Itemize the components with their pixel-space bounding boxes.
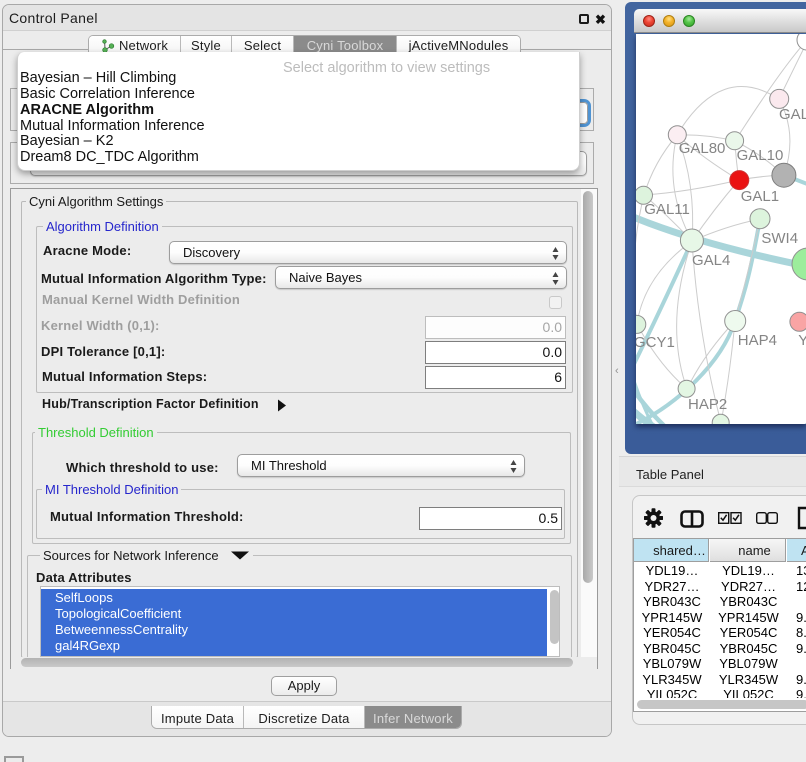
svg-text:Y: Y	[798, 332, 806, 349]
svg-text:GAL10: GAL10	[737, 147, 784, 164]
svg-text:GAL1: GAL1	[741, 188, 779, 205]
svg-text:GAL11: GAL11	[644, 201, 690, 218]
svg-text:GAL4: GAL4	[692, 252, 730, 269]
svg-text:HAP4: HAP4	[738, 332, 777, 349]
svg-text:HAP2: HAP2	[688, 396, 727, 413]
svg-text:GCY1: GCY1	[636, 334, 675, 351]
svg-text:GAL80: GAL80	[679, 140, 726, 157]
svg-text:GAL: GAL	[779, 106, 806, 123]
svg-text:SWI4: SWI4	[761, 230, 798, 247]
